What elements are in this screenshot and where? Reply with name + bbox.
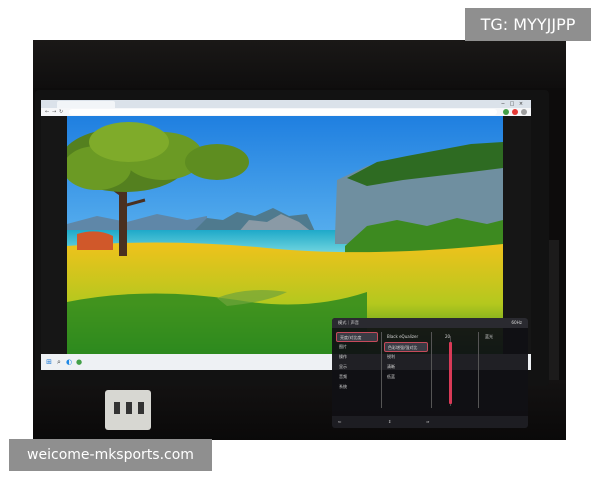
osd-menu-item[interactable]: 图片	[336, 342, 378, 352]
osd-option[interactable]: 低蓝	[384, 372, 428, 382]
maximize-icon[interactable]: □	[508, 100, 516, 108]
watermark-telegram: TG: MYYJJPP	[465, 8, 591, 41]
osd-options-list: Black eQualizer 色彩增强/强对比 锐利 清晰 低蓝	[384, 332, 428, 382]
close-icon[interactable]: ×	[517, 100, 525, 108]
power-outlet	[105, 390, 151, 430]
edge-browser-icon[interactable]: ◐	[65, 357, 73, 367]
osd-menu-item[interactable]: 系统	[336, 382, 378, 392]
browser-icon[interactable]: ●	[75, 357, 83, 367]
osd-divider	[381, 332, 382, 408]
page-margin-left	[41, 116, 67, 354]
osd-back-icon[interactable]: ⇐	[338, 416, 341, 428]
osd-header: 模式｜声音 60Hz	[332, 318, 528, 328]
osd-menu-item[interactable]: 音频	[336, 372, 378, 382]
monitor-bezel: − □ × ← → ↻ ⊞ ⌕ ◐ ● 模式｜声音 60Hz 亮度/对比度 图片…	[35, 90, 549, 428]
osd-menu: 模式｜声音 60Hz 亮度/对比度 图片 操作 显示 音频 系统 Black e…	[332, 318, 528, 428]
reload-icon[interactable]: ↻	[59, 108, 65, 116]
osd-divider	[478, 332, 479, 408]
extension-icon[interactable]	[503, 109, 509, 115]
osd-value-column: 20	[442, 332, 466, 342]
osd-option[interactable]: 色彩增强/强对比	[384, 342, 428, 352]
back-icon[interactable]: ←	[45, 108, 51, 116]
osd-divider	[431, 332, 432, 408]
minimize-icon[interactable]: −	[499, 100, 507, 108]
browser-tab[interactable]	[57, 101, 115, 108]
osd-confirm-icon[interactable]: ⇒	[426, 416, 429, 428]
url-field[interactable]	[69, 109, 497, 115]
osd-option[interactable]: Black eQualizer	[384, 332, 428, 342]
menu-icon[interactable]	[521, 109, 527, 115]
browser-address-bar: ← → ↻	[41, 108, 531, 116]
osd-navigate-icon[interactable]: ⇕	[388, 416, 391, 428]
windows-start-icon[interactable]: ⊞	[45, 357, 53, 367]
search-icon[interactable]: ⌕	[55, 357, 63, 367]
osd-menu-item[interactable]: 操作	[336, 352, 378, 362]
flower-bush	[77, 231, 113, 250]
osd-menu-item[interactable]: 显示	[336, 362, 378, 372]
osd-refresh-rate: 60Hz	[511, 320, 522, 325]
osd-option[interactable]: 清晰	[384, 362, 428, 372]
extension-icon[interactable]	[512, 109, 518, 115]
osd-menu-item[interactable]: 亮度/对比度	[336, 332, 378, 342]
osd-extra-label: 蓝光	[485, 334, 493, 339]
osd-extra-column: 蓝光	[482, 332, 522, 342]
osd-value-label: 20	[445, 334, 451, 339]
room-background	[33, 40, 566, 88]
browser-tab-bar: − □ ×	[41, 100, 531, 108]
osd-footer: ⇐ ⇕ ⇒	[332, 416, 528, 428]
osd-slider[interactable]	[449, 342, 452, 404]
forward-icon[interactable]: →	[52, 108, 58, 116]
watermark-website: weicome-mksports.com	[9, 439, 212, 471]
osd-header-title: 模式｜声音	[338, 320, 359, 325]
monitor-photo: − □ × ← → ↻ ⊞ ⌕ ◐ ● 模式｜声音 60Hz 亮度/对比度 图片…	[33, 40, 566, 440]
osd-menu-list: 亮度/对比度 图片 操作 显示 音频 系统	[336, 332, 378, 392]
osd-option[interactable]: 锐利	[384, 352, 428, 362]
